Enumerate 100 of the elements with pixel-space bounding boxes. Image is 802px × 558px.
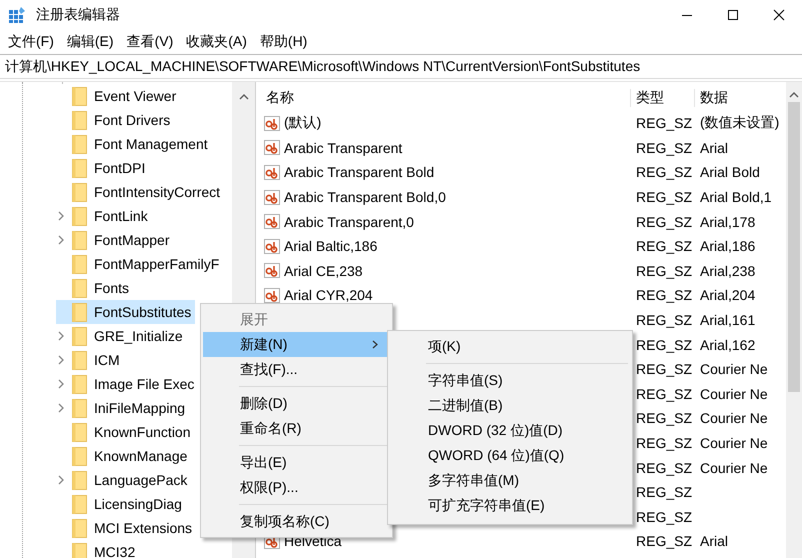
chevron-right-icon[interactable] bbox=[56, 235, 66, 245]
folder-icon bbox=[72, 158, 88, 178]
column-header[interactable]: 名称 bbox=[266, 89, 294, 105]
value-data: Arial,204 bbox=[700, 287, 756, 304]
column-header[interactable]: 数据 bbox=[700, 89, 728, 105]
menu-item[interactable]: 重命名(R) bbox=[203, 416, 390, 441]
value-name: Arabic Transparent Bold,0 bbox=[284, 189, 446, 206]
value-name: Arabic Transparent Bold bbox=[284, 164, 434, 180]
folder-icon bbox=[72, 542, 88, 558]
value-type: REG_SZ bbox=[636, 386, 692, 402]
address-field[interactable]: 计算机\HKEY_LOCAL_MACHINE\SOFTWARE\Microsoft\Windows NT\CurrentVersion\FontSubstitutes bbox=[0, 54, 802, 79]
value-type: REG_SZ bbox=[636, 262, 692, 279]
value-data: Courier Ne bbox=[700, 361, 768, 378]
chevron-right-icon[interactable] bbox=[56, 355, 66, 365]
value-data: Arial,178 bbox=[700, 214, 756, 230]
tree-item[interactable]: FontSubstitutes bbox=[56, 300, 196, 324]
value-type: REG_SZ bbox=[636, 312, 692, 328]
folder-icon bbox=[72, 86, 88, 106]
string-value-icon bbox=[264, 188, 281, 206]
menu-item[interactable]: 导出(E) bbox=[203, 450, 390, 475]
menu-item[interactable]: 帮助(H) bbox=[254, 32, 314, 50]
menu-item[interactable]: 查找(F)... bbox=[203, 357, 390, 382]
folder-icon bbox=[72, 398, 88, 418]
value-name: Arial Baltic,186 bbox=[284, 238, 378, 254]
value-name: Arial CYR,204 bbox=[284, 287, 373, 304]
chevron-right-icon[interactable] bbox=[56, 211, 66, 221]
value-name: Arial CE,238 bbox=[284, 262, 363, 279]
folder-icon bbox=[72, 254, 88, 274]
value-type: REG_SZ bbox=[636, 238, 692, 254]
string-value-icon bbox=[264, 213, 281, 230]
folder-icon bbox=[72, 230, 88, 250]
string-value-icon bbox=[264, 114, 281, 132]
chevron-right-icon[interactable] bbox=[56, 475, 66, 485]
chevron-right-icon[interactable] bbox=[56, 403, 66, 413]
chevron-right-icon bbox=[372, 340, 378, 349]
value-type: REG_SZ bbox=[636, 140, 692, 156]
value-data: Courier Ne bbox=[700, 386, 768, 402]
value-type: REG_SZ bbox=[636, 164, 692, 180]
value-data: (数值未设置) bbox=[700, 114, 780, 130]
folder-icon bbox=[72, 374, 88, 394]
value-data: Arial,162 bbox=[700, 336, 756, 353]
value-name: Arabic Transparent,0 bbox=[284, 214, 414, 230]
string-value-icon bbox=[264, 139, 281, 156]
window-title: 注册表编辑器 bbox=[36, 6, 120, 24]
menu-item[interactable]: 文件(F) bbox=[2, 32, 61, 50]
string-value-icon bbox=[264, 164, 281, 181]
folder-icon bbox=[72, 206, 88, 226]
string-value-icon bbox=[264, 286, 281, 304]
folder-icon bbox=[72, 470, 88, 490]
column-header[interactable]: 类型 bbox=[636, 89, 664, 105]
menu-item[interactable]: 二进制值(B) bbox=[390, 393, 630, 418]
menu-item[interactable]: QWORD (64 位)值(Q) bbox=[390, 443, 630, 468]
folder-icon bbox=[72, 518, 88, 538]
folder-icon bbox=[72, 422, 88, 442]
folder-icon bbox=[72, 278, 88, 298]
menu-item[interactable]: 多字符串值(M) bbox=[390, 468, 630, 493]
value-data: Arial,238 bbox=[700, 262, 756, 279]
menu-item[interactable]: 收藏夹(A) bbox=[180, 32, 254, 50]
value-type: REG_SZ bbox=[636, 214, 692, 230]
value-data: Courier Ne bbox=[700, 435, 768, 452]
value-type: REG_SZ bbox=[636, 361, 692, 378]
chevron-right-icon[interactable] bbox=[56, 331, 66, 341]
chevron-right-icon[interactable] bbox=[56, 379, 66, 389]
folder-icon bbox=[72, 134, 88, 154]
folder-icon bbox=[72, 110, 88, 130]
menu-item[interactable]: 项(K) bbox=[390, 334, 630, 359]
menu-item[interactable]: DWORD (32 位)值(D) bbox=[390, 418, 630, 443]
menu-item[interactable]: 删除(D) bbox=[203, 391, 390, 416]
value-data: Arial,161 bbox=[700, 312, 756, 328]
value-name: (默认) bbox=[284, 114, 322, 132]
menu-item[interactable]: 复制项名称(C) bbox=[203, 509, 390, 534]
value-data: Arial bbox=[700, 140, 728, 156]
value-type: REG_SZ bbox=[636, 189, 692, 206]
folder-icon bbox=[72, 182, 88, 202]
maximize-icon bbox=[727, 9, 739, 21]
app-icon bbox=[8, 6, 26, 24]
value-data: Courier Ne bbox=[700, 410, 768, 426]
menu-item[interactable]: 字符串值(S) bbox=[390, 368, 630, 393]
value-data: Courier Ne bbox=[700, 460, 768, 476]
value-data: Arial Bold,1 bbox=[700, 189, 772, 206]
menu-item[interactable]: 查看(V) bbox=[120, 32, 180, 50]
menu-item[interactable]: 新建(N) bbox=[203, 332, 390, 357]
value-data: Arial,186 bbox=[700, 238, 756, 254]
folder-icon bbox=[72, 446, 88, 466]
value-name: Arabic Transparent bbox=[284, 140, 402, 156]
value-type: REG_SZ bbox=[636, 435, 692, 452]
scrollbar-thumb[interactable] bbox=[788, 102, 800, 392]
value-type: REG_SZ bbox=[636, 460, 692, 476]
menu-item[interactable]: 编辑(E) bbox=[60, 32, 121, 50]
scroll-up-icon[interactable] bbox=[238, 93, 248, 101]
value-type: REG_SZ bbox=[636, 533, 692, 550]
folder-icon bbox=[72, 494, 88, 514]
menu-item[interactable]: 权限(P)... bbox=[203, 475, 390, 500]
menu-item[interactable]: 可扩充字符串值(E) bbox=[390, 493, 630, 518]
scroll-up-icon[interactable] bbox=[789, 91, 799, 99]
string-value-icon bbox=[264, 238, 281, 255]
value-type: REG_SZ bbox=[636, 508, 692, 525]
folder-icon bbox=[72, 302, 88, 322]
value-data: Arial bbox=[700, 533, 728, 550]
folder-icon bbox=[72, 350, 88, 370]
